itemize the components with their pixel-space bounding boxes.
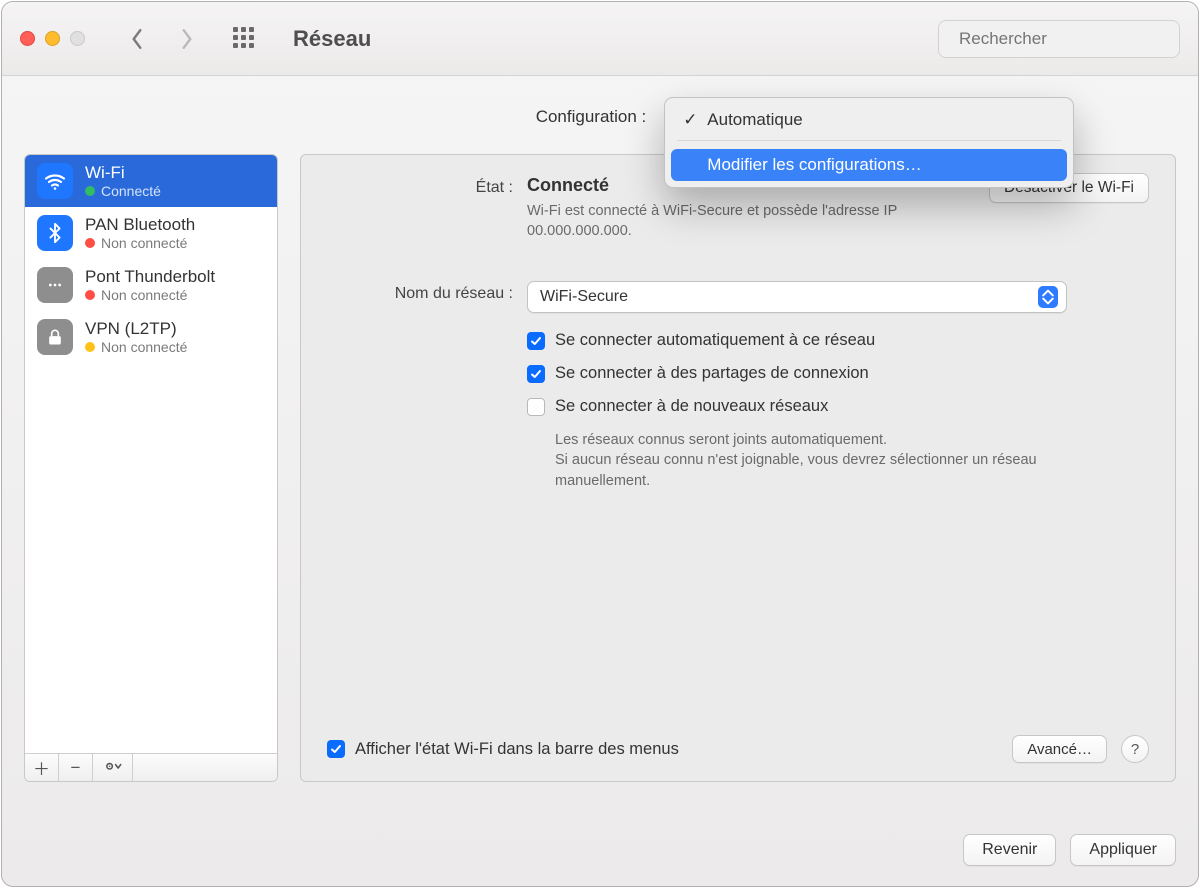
service-item-bluetooth[interactable]: PAN Bluetooth Non connecté [25, 207, 277, 259]
new-networks-hint: Les réseaux connus seront joints automat… [555, 430, 1055, 491]
help-button[interactable]: ? [1121, 735, 1149, 763]
config-option-automatic[interactable]: ✓ Automatique [671, 104, 1067, 136]
search-field[interactable] [938, 20, 1180, 58]
lock-icon [37, 319, 73, 355]
service-status: Non connecté [101, 287, 187, 303]
panel-footer: Afficher l'état Wi-Fi dans la barre des … [327, 735, 1149, 763]
service-item-thunderbolt[interactable]: Pont Thunderbolt Non connecté [25, 259, 277, 311]
auto-connect-checkbox-row[interactable]: Se connecter automatiquement à ce réseau [527, 331, 1149, 350]
service-item-wifi[interactable]: Wi-Fi Connecté [25, 155, 277, 207]
checkbox-icon [527, 365, 545, 383]
service-status: Non connecté [101, 339, 187, 355]
nav-buttons [121, 19, 203, 59]
close-window-icon[interactable] [20, 31, 35, 46]
configuration-dropdown[interactable]: ✓ Automatique Modifier les configuration… [664, 97, 1074, 188]
window-controls [20, 31, 85, 46]
window-buttons: Revenir Appliquer [963, 834, 1176, 866]
checkbox-label: Se connecter automatiquement à ce réseau [555, 331, 875, 350]
config-option-edit[interactable]: Modifier les configurations… [671, 149, 1067, 181]
back-button[interactable] [121, 19, 153, 59]
revert-button[interactable]: Revenir [963, 834, 1056, 866]
service-status: Non connecté [101, 235, 187, 251]
show-all-prefs-icon[interactable] [233, 27, 257, 51]
minimize-window-icon[interactable] [45, 31, 60, 46]
state-description: Wi-Fi est connecté à WiFi-Secure et poss… [527, 202, 987, 241]
advanced-button[interactable]: Avancé… [1012, 735, 1107, 763]
select-stepper-icon [1038, 286, 1058, 308]
new-networks-checkbox-row[interactable]: Se connecter à de nouveaux réseaux [527, 397, 1149, 416]
detail-panel: Désactiver le Wi-Fi État : Connecté Wi-F… [300, 154, 1176, 782]
configuration-label: Configuration : [536, 107, 647, 127]
remove-service-button[interactable]: − [59, 754, 93, 781]
dropdown-separator [677, 140, 1061, 141]
checkbox-label: Se connecter à de nouveaux réseaux [555, 397, 828, 416]
checkbox-icon [527, 332, 545, 350]
network-prefs-window: Réseau Configuration : ✓ Automatique M [1, 1, 1199, 887]
checkbox-icon [327, 740, 345, 758]
network-name-label: Nom du réseau : [327, 281, 527, 303]
service-name: Wi-Fi [85, 163, 161, 183]
body: Configuration : ✓ Automatique Modifier l… [2, 76, 1198, 886]
service-status: Connecté [101, 183, 161, 199]
status-dot-icon [85, 238, 95, 248]
service-actions-button[interactable] [93, 754, 133, 781]
checkbox-label: Se connecter à des partages de connexion [555, 364, 869, 383]
network-name-select[interactable]: WiFi-Secure [527, 281, 1067, 313]
toolbar: Réseau [2, 2, 1198, 76]
apply-button[interactable]: Appliquer [1070, 834, 1176, 866]
service-sidebar: Wi-Fi Connecté PAN Bluetooth Non connect… [24, 154, 278, 782]
network-name-value: WiFi-Secure [540, 288, 1038, 306]
status-dot-icon [85, 290, 95, 300]
status-dot-icon [85, 342, 95, 352]
forward-button[interactable] [171, 19, 203, 59]
columns: Wi-Fi Connecté PAN Bluetooth Non connect… [24, 154, 1176, 782]
sidebar-footer: ＋ − [25, 753, 277, 781]
zoom-window-icon [70, 31, 85, 46]
checkmark-icon: ✓ [683, 110, 697, 130]
checkbox-label: Afficher l'état Wi-Fi dans la barre des … [355, 740, 679, 759]
search-input[interactable] [957, 28, 1182, 50]
config-option-label: Modifier les configurations… [707, 155, 921, 175]
configuration-row: Configuration : ✓ Automatique Modifier l… [24, 96, 1176, 138]
window-title: Réseau [293, 26, 371, 52]
config-option-label: Automatique [707, 110, 802, 130]
state-label: État : [327, 175, 527, 197]
bluetooth-icon [37, 215, 73, 251]
show-wifi-status-checkbox-row[interactable]: Afficher l'état Wi-Fi dans la barre des … [327, 740, 679, 759]
status-dot-icon [85, 186, 95, 196]
service-item-vpn[interactable]: VPN (L2TP) Non connecté [25, 311, 277, 363]
wifi-icon [37, 163, 73, 199]
add-service-button[interactable]: ＋ [25, 754, 59, 781]
service-name: VPN (L2TP) [85, 319, 187, 339]
checkbox-icon [527, 398, 545, 416]
hotspot-checkbox-row[interactable]: Se connecter à des partages de connexion [527, 364, 1149, 383]
thunderbolt-bridge-icon [37, 267, 73, 303]
service-list: Wi-Fi Connecté PAN Bluetooth Non connect… [25, 155, 277, 753]
service-name: PAN Bluetooth [85, 215, 195, 235]
service-name: Pont Thunderbolt [85, 267, 215, 287]
